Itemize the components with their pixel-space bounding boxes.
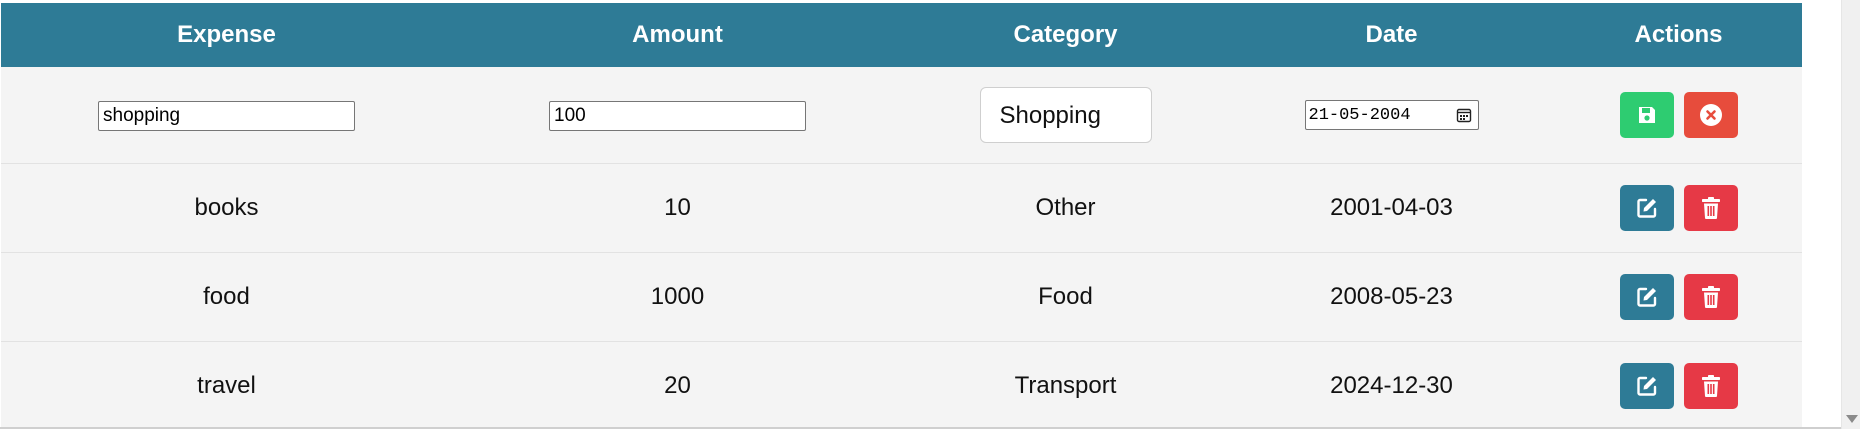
- row-actions: [1619, 363, 1738, 409]
- row-actions: [1619, 274, 1738, 320]
- category-cell: Transport: [903, 341, 1228, 429]
- date-cell: 2008-05-23: [1228, 252, 1555, 342]
- expense-cell: travel: [1, 341, 452, 429]
- date-cell: 2001-04-03: [1228, 163, 1555, 253]
- amount-cell: 10: [452, 163, 903, 253]
- table-row: food 1000 Food 2008-05-23: [1, 252, 1802, 342]
- category-cell: Other: [903, 163, 1228, 253]
- category-select[interactable]: Shopping: [979, 87, 1152, 143]
- edit-button[interactable]: [1619, 363, 1674, 409]
- expense-table: Expense Amount Category Date Actions sho…: [1, 3, 1802, 429]
- expense-cell: food: [1, 252, 452, 342]
- edit-button[interactable]: [1619, 185, 1674, 231]
- pen-square-icon: [1635, 285, 1659, 309]
- row-actions: [1619, 185, 1738, 231]
- expense-cell: books: [1, 163, 452, 253]
- date-input-value: 21-05-2004: [1308, 105, 1411, 125]
- trash-icon: [1700, 196, 1722, 220]
- amount-cell: 20: [452, 341, 903, 429]
- cancel-button[interactable]: [1683, 92, 1738, 138]
- header-amount: Amount: [452, 3, 903, 67]
- delete-button[interactable]: [1683, 274, 1738, 320]
- save-button[interactable]: [1619, 92, 1674, 138]
- header-date: Date: [1228, 3, 1555, 67]
- app-viewport: Expense Amount Category Date Actions sho…: [0, 0, 1860, 429]
- header-actions: Actions: [1555, 3, 1802, 67]
- vertical-scrollbar[interactable]: [1841, 0, 1860, 429]
- row-actions: [1619, 92, 1738, 138]
- floppy-disk-icon: [1636, 104, 1658, 126]
- calendar-icon[interactable]: [1456, 107, 1472, 123]
- amount-input[interactable]: [549, 100, 806, 131]
- header-category: Category: [903, 3, 1228, 67]
- table-row-editing: Shopping 21-05-2004: [1, 67, 1802, 164]
- delete-button[interactable]: [1683, 185, 1738, 231]
- table-header: Expense Amount Category Date Actions: [1, 3, 1802, 67]
- date-input[interactable]: 21-05-2004: [1304, 100, 1479, 130]
- circle-x-icon: [1699, 103, 1723, 127]
- expense-name-input[interactable]: [98, 100, 355, 131]
- category-cell: Food: [903, 252, 1228, 342]
- delete-button[interactable]: [1683, 363, 1738, 409]
- header-expense: Expense: [1, 3, 452, 67]
- pen-square-icon: [1635, 374, 1659, 398]
- category-select-value: Shopping: [999, 102, 1101, 129]
- amount-cell: 1000: [452, 252, 903, 342]
- trash-icon: [1700, 285, 1722, 309]
- pen-square-icon: [1635, 196, 1659, 220]
- table-row: books 10 Other 2001-04-03: [1, 163, 1802, 253]
- scroll-down-arrow-icon[interactable]: [1846, 415, 1858, 423]
- table-row: travel 20 Transport 2024-12-30: [1, 341, 1802, 429]
- trash-icon: [1700, 374, 1722, 398]
- date-cell: 2024-12-30: [1228, 341, 1555, 429]
- expense-table-container: Expense Amount Category Date Actions sho…: [1, 3, 1802, 429]
- edit-button[interactable]: [1619, 274, 1674, 320]
